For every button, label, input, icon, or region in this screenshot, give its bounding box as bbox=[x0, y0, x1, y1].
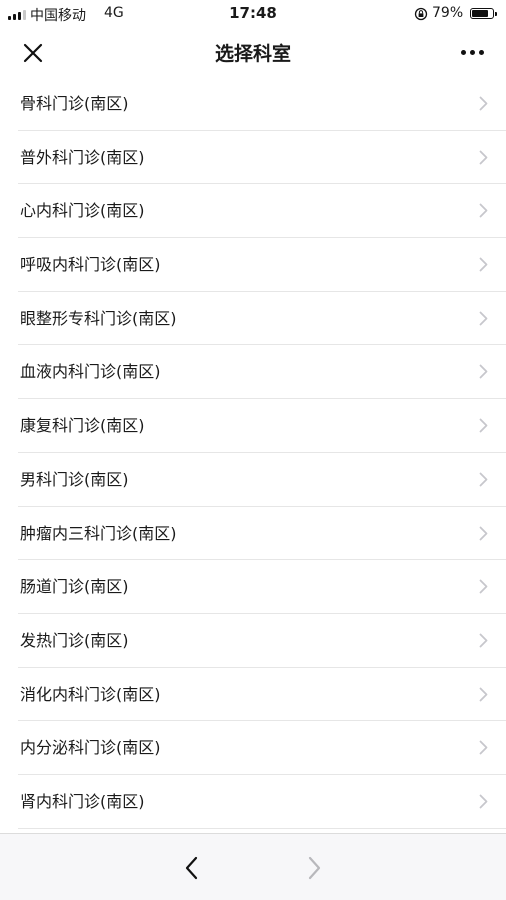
department-item[interactable]: 眼整形专科门诊(南区) bbox=[18, 292, 506, 346]
department-label: 呼吸内科门诊(南区) bbox=[20, 255, 161, 275]
chevron-right-icon bbox=[479, 365, 488, 379]
department-label: 消化内科门诊(南区) bbox=[20, 684, 161, 704]
department-label: 康复科门诊(南区) bbox=[20, 416, 145, 436]
chevron-right-icon bbox=[479, 579, 488, 594]
department-label: 心内科门诊(南区) bbox=[20, 201, 145, 221]
department-label: 发热门诊(南区) bbox=[20, 630, 129, 650]
status-time: 17:48 bbox=[229, 4, 277, 22]
department-label: 肠道门诊(南区) bbox=[20, 577, 129, 597]
close-button[interactable] bbox=[18, 38, 48, 68]
more-button[interactable] bbox=[454, 42, 490, 62]
more-icon-dot bbox=[469, 49, 475, 55]
close-icon bbox=[23, 43, 43, 63]
department-item[interactable]: 普外科门诊(南区) bbox=[18, 131, 506, 185]
battery-percent: 79% bbox=[432, 5, 464, 21]
department-item[interactable]: 消化内科门诊(南区) bbox=[18, 668, 506, 722]
department-item[interactable]: 发热门诊(南区) bbox=[18, 614, 506, 668]
department-list: 骨科门诊(南区) 普外科门诊(南区) 心内科门诊(南区) 呼吸内科门诊(南区) 眼整形专… bbox=[0, 77, 506, 829]
status-bar: 中国移动 4G 17:48 79% bbox=[0, 0, 506, 28]
page-title: 选择科室 bbox=[214, 43, 291, 65]
chevron-right-icon bbox=[479, 633, 488, 648]
chevron-right-icon bbox=[479, 311, 488, 326]
department-item[interactable]: 康复科门诊(南区) bbox=[18, 399, 506, 453]
more-icon-dot bbox=[460, 49, 466, 55]
more-icon-dot bbox=[478, 49, 484, 55]
chevron-right-icon bbox=[479, 472, 488, 487]
department-item[interactable]: 血液内科门诊(南区) bbox=[18, 345, 506, 400]
department-label: 男科门诊(南区) bbox=[20, 469, 129, 489]
nav-bar: 选择科室 bbox=[0, 28, 506, 76]
department-item[interactable]: 骨科门诊(南区) bbox=[18, 77, 506, 131]
chevron-right-icon bbox=[479, 794, 488, 809]
chevron-right-icon bbox=[479, 96, 488, 111]
browser-toolbar bbox=[0, 833, 506, 900]
department-label: 眼整形专科门诊(南区) bbox=[20, 308, 177, 328]
back-arrow-icon bbox=[185, 856, 198, 880]
chevron-right-icon bbox=[479, 687, 488, 701]
department-item[interactable]: 呼吸内科门诊(南区) bbox=[18, 238, 506, 292]
department-label: 骨科门诊(南区) bbox=[20, 94, 129, 113]
department-item[interactable]: 肠道门诊(南区) bbox=[18, 560, 506, 614]
department-label: 肿瘤内三科门诊(南区) bbox=[20, 523, 177, 543]
chevron-right-icon bbox=[479, 203, 488, 218]
department-item[interactable]: 内分泌科门诊(南区) bbox=[18, 721, 506, 775]
chevron-right-icon bbox=[479, 150, 488, 165]
battery-icon bbox=[470, 8, 494, 19]
orientation-lock-icon bbox=[414, 7, 428, 21]
department-item[interactable]: 肾内科门诊(南区) bbox=[18, 775, 506, 829]
forward-button[interactable] bbox=[300, 854, 328, 882]
battery-cap bbox=[495, 12, 497, 16]
chevron-right-icon bbox=[479, 740, 488, 755]
department-label: 内分泌科门诊(南区) bbox=[20, 738, 161, 758]
department-label: 肾内科门诊(南区) bbox=[20, 791, 145, 811]
chevron-right-icon bbox=[479, 418, 488, 433]
department-item[interactable]: 心内科门诊(南区) bbox=[18, 184, 506, 239]
back-button[interactable] bbox=[178, 854, 206, 882]
department-label: 普外科门诊(南区) bbox=[20, 147, 145, 167]
department-item[interactable]: 肿瘤内三科门诊(南区) bbox=[18, 507, 506, 561]
department-item[interactable]: 男科门诊(南区) bbox=[18, 453, 506, 507]
chevron-right-icon bbox=[479, 257, 488, 272]
chevron-right-icon bbox=[479, 526, 488, 540]
forward-arrow-icon bbox=[308, 856, 321, 880]
department-label: 血液内科门诊(南区) bbox=[20, 362, 161, 382]
